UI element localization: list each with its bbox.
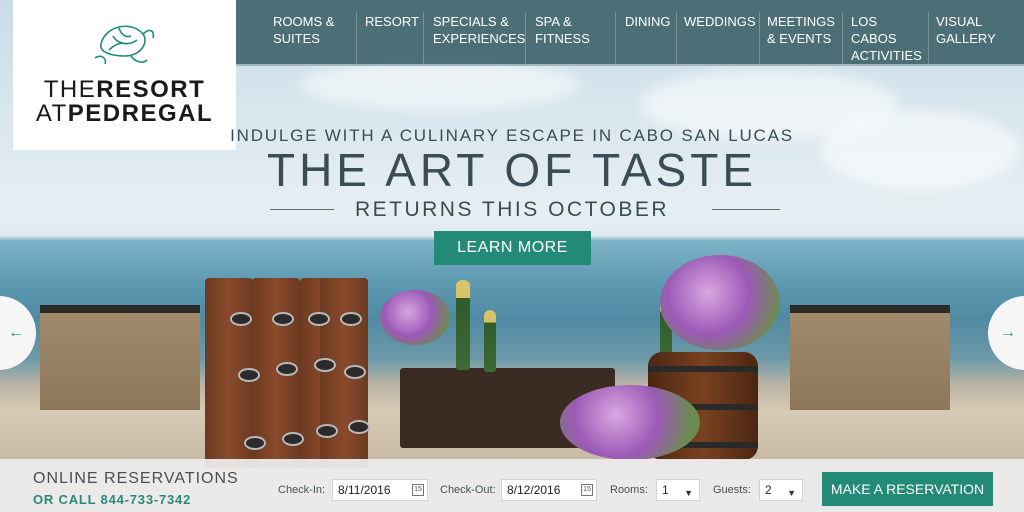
nav-item-los-cabos-activities[interactable]: LOS CABOS ACTIVITIES xyxy=(851,13,922,64)
checkout-label: Check-Out: xyxy=(440,484,496,496)
checkout-field[interactable]: 8/12/2016 15 xyxy=(501,479,597,501)
hero-headline: THE ART OF TASTE xyxy=(266,144,758,196)
calendar-icon[interactable]: 15 xyxy=(412,484,424,496)
reservation-bar: ONLINE RESERVATIONS OR CALL 844-733-7342… xyxy=(0,459,1024,512)
nav-item-weddings[interactable]: WEDDINGS xyxy=(684,13,756,30)
guests-value: 2 xyxy=(765,483,772,497)
hero-subline-row: RETURNS THIS OCTOBER xyxy=(242,198,782,224)
checkin-field[interactable]: 8/11/2016 15 xyxy=(332,479,428,501)
learn-more-button[interactable]: LEARN MORE xyxy=(434,231,591,265)
hero-subline: RETURNS THIS OCTOBER xyxy=(354,198,670,221)
rooms-label: Rooms: xyxy=(610,484,648,496)
guests-label: Guests: xyxy=(713,484,751,496)
chevron-down-icon: ▼ xyxy=(787,488,796,498)
logo-wordmark-line2: ATPEDREGAL xyxy=(35,100,214,127)
rooms-select[interactable]: 1 ▼ xyxy=(656,479,700,501)
subline-rule-right xyxy=(712,209,780,210)
checkout-value: 8/12/2016 xyxy=(507,483,561,497)
nav-item-rooms-suites[interactable]: ROOMS & SUITES xyxy=(273,13,334,47)
nav-item-meetings-events[interactable]: MEETINGS & EVENTS xyxy=(767,13,835,47)
chevron-down-icon: ▼ xyxy=(684,488,693,498)
nav-item-visual-gallery[interactable]: VISUAL GALLERY xyxy=(936,13,996,47)
calendar-icon[interactable]: 15 xyxy=(581,484,593,496)
nav-item-dining[interactable]: DINING xyxy=(625,13,671,30)
arrow-right-icon: → xyxy=(1000,324,1016,341)
reservation-title: ONLINE RESERVATIONS xyxy=(33,470,239,487)
reservation-phone[interactable]: OR CALL 844-733-7342 xyxy=(33,492,191,507)
checkin-label: Check-In: xyxy=(278,484,326,496)
main-nav: ROOMS & SUITES RESORT SPECIALS & EXPERIE… xyxy=(236,0,1024,66)
guests-select[interactable]: 2 ▼ xyxy=(759,479,803,501)
page: THERESORT ATPEDREGAL ROOMS & SUITES RESO… xyxy=(0,0,1024,512)
nav-item-specials-experiences[interactable]: SPECIALS & EXPERIENCES xyxy=(433,13,525,47)
arrow-left-icon: ← xyxy=(8,324,24,341)
nav-item-spa-fitness[interactable]: SPA & FITNESS xyxy=(535,13,590,47)
checkin-value: 8/11/2016 xyxy=(338,483,391,497)
turtle-icon xyxy=(94,25,155,65)
nav-item-resort[interactable]: RESORT xyxy=(365,13,419,30)
rooms-value: 1 xyxy=(662,483,669,497)
make-reservation-button[interactable]: MAKE A RESERVATION xyxy=(822,472,993,506)
